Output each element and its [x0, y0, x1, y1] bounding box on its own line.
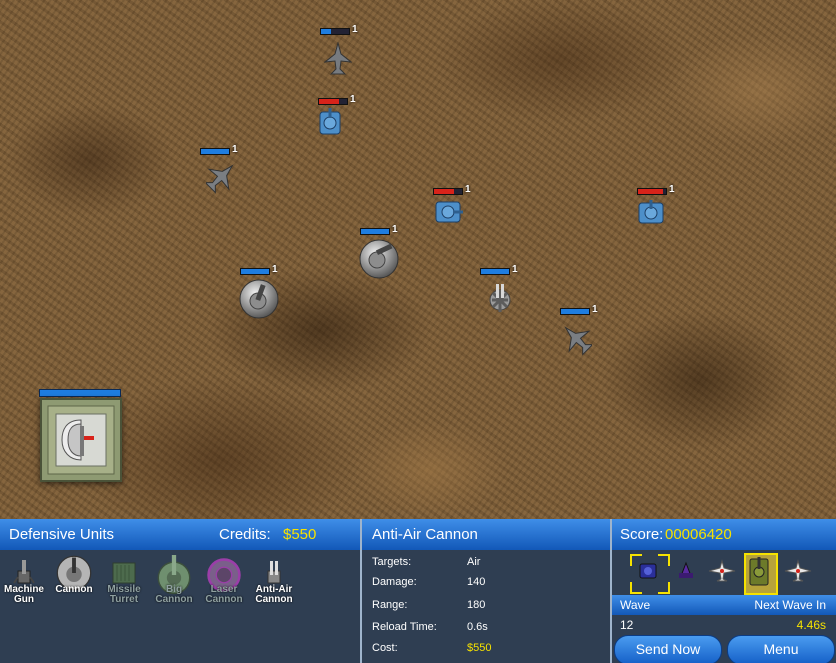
health-bar [433, 188, 463, 195]
selected-unit-title: Anti-Air Cannon [372, 526, 478, 543]
jet-icon [206, 164, 234, 194]
jet-icon [324, 42, 352, 75]
next-wave-label: Next Wave In [754, 598, 826, 612]
unit-info-header: Anti-Air Cannon [362, 519, 610, 550]
range-label: Range: [372, 599, 408, 611]
jet-icon [564, 326, 592, 356]
unit-level: 1 [232, 144, 238, 155]
tank-icon [435, 201, 463, 223]
panel-divider [360, 519, 362, 663]
credits-label: Credits: [219, 526, 271, 543]
tank-icon [638, 200, 664, 224]
buggy-icon [679, 561, 693, 578]
health-fill [481, 269, 509, 274]
wave-label: Wave [620, 598, 651, 612]
send-now-button[interactable]: Send Now [614, 635, 722, 663]
unit-level: 1 [669, 184, 675, 195]
unit-button-laser-cannon[interactable]: Laser Cannon [200, 558, 248, 621]
health-bar [560, 308, 590, 315]
unit-level: 1 [350, 94, 356, 105]
health-bar [360, 228, 390, 235]
reload-label: Reload Time: [372, 621, 437, 633]
anti-air-cannon-icon [267, 561, 281, 584]
unit-level: 1 [392, 224, 398, 235]
cannon-icon [359, 239, 399, 279]
jet-icon [708, 559, 736, 582]
score-value: 00006420 [665, 526, 732, 543]
defensive-units-header: Defensive Units Credits: $550 [0, 519, 360, 550]
anti-air-cannon-icon [489, 284, 511, 312]
unit-level: 1 [465, 184, 471, 195]
health-fill [361, 229, 389, 234]
health-bar [637, 188, 667, 195]
defensive-units-title: Defensive Units [9, 526, 115, 543]
player-base [40, 398, 122, 482]
unit-button-machine-gun[interactable]: Machine Gun [0, 559, 48, 621]
base-gate-icon [47, 405, 115, 475]
menu-button[interactable]: Menu [727, 635, 835, 663]
damage-label: Damage: [372, 576, 417, 588]
cost-label: Cost: [372, 642, 398, 654]
credits-value: $550 [283, 526, 317, 543]
health-bar [318, 98, 348, 105]
health-fill [561, 309, 589, 314]
unit-button-big-cannon[interactable]: Big Cannon [150, 555, 198, 621]
health-fill [321, 29, 331, 34]
unit-level: 1 [352, 24, 358, 35]
health-fill [434, 189, 454, 194]
targets-label: Targets: [372, 556, 412, 568]
range-value: 180 [467, 599, 486, 611]
panel-divider [610, 519, 612, 663]
tank-icon [639, 563, 657, 579]
score-label: Score: [620, 526, 664, 543]
unit-level: 1 [512, 264, 518, 275]
unit-button-missile-turret[interactable]: Missile Turret [100, 559, 148, 621]
score-header: Score: 00006420 [612, 519, 836, 550]
health-bar [200, 148, 230, 155]
cannon-icon [239, 279, 279, 319]
unit-button-label: Anti-Air Cannon [255, 584, 293, 605]
next-wave-value: 4.46s [796, 618, 826, 632]
reload-value: 0.6s [467, 621, 488, 633]
unit-button-anti-air-cannon[interactable]: Anti-Air Cannon [250, 559, 298, 621]
hud-panel: Defensive Units Credits: $550 Anti-Air C… [0, 519, 836, 663]
heavy-tank-icon [749, 557, 769, 586]
wave-bar: Wave Next Wave In [612, 595, 836, 615]
cost-value: $550 [467, 642, 492, 654]
jet-icon [784, 559, 812, 582]
unit-button-cannon[interactable]: Cannon [50, 555, 98, 621]
health-fill [319, 99, 339, 104]
wave-preview [614, 551, 836, 595]
health-fill [201, 149, 229, 154]
tank-icon [319, 108, 341, 135]
unit-level: 1 [272, 264, 278, 275]
battlefield-map[interactable]: 1 1 1 1 1 1 1 1 1 [0, 0, 836, 519]
health-bar [480, 268, 510, 275]
health-bar [320, 28, 350, 35]
unit-level: 1 [592, 304, 598, 315]
health-fill [241, 269, 269, 274]
health-bar [240, 268, 270, 275]
base-health-bar [39, 389, 121, 397]
health-fill [638, 189, 664, 194]
wave-value: 12 [620, 618, 634, 632]
game-screen: 1 1 1 1 1 1 1 1 1 Defensive Units Credit… [0, 0, 836, 663]
missile-turret-icon [112, 562, 136, 584]
targets-value: Air [467, 556, 481, 568]
machine-gun-icon [13, 560, 35, 584]
damage-value: 140 [467, 576, 486, 588]
